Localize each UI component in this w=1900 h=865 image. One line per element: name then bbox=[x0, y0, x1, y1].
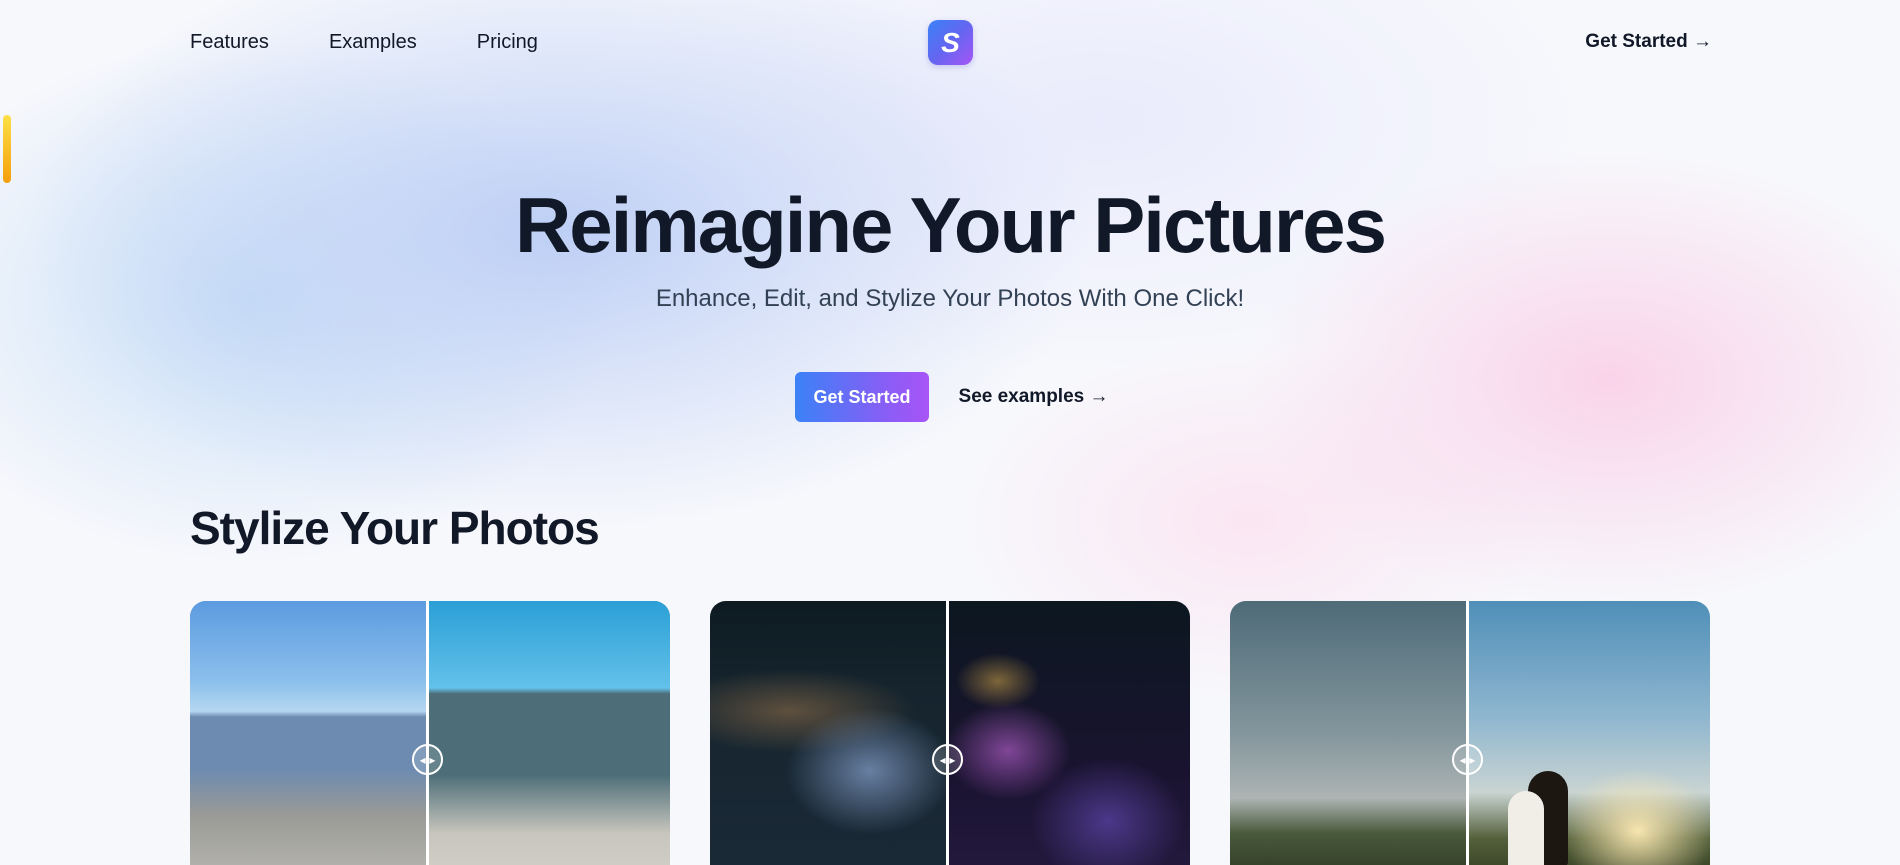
dress-silhouette bbox=[1508, 791, 1544, 865]
comparison-card-city[interactable]: ◂ ▸ bbox=[710, 601, 1190, 865]
site-header: Features Examples Pricing S Get Started … bbox=[0, 0, 1900, 84]
slider-divider[interactable] bbox=[1466, 601, 1469, 865]
after-image bbox=[948, 601, 1190, 865]
hero-subtitle: Enhance, Edit, and Stylize Your Photos W… bbox=[655, 285, 1245, 312]
comparison-card-houses[interactable]: ◂ ▸ bbox=[190, 601, 670, 865]
hero-actions: Get Started See examples → bbox=[0, 372, 1900, 422]
main-nav: Features Examples Pricing bbox=[190, 28, 538, 56]
header-get-started-link[interactable]: Get Started → bbox=[1585, 28, 1712, 56]
logo-icon[interactable]: S bbox=[928, 20, 973, 65]
after-image bbox=[1468, 601, 1710, 865]
before-image bbox=[190, 601, 428, 865]
see-examples-link[interactable]: See examples → bbox=[959, 386, 1109, 408]
hero-title: Reimagine Your Pictures bbox=[514, 181, 1387, 269]
slider-divider[interactable] bbox=[426, 601, 429, 865]
after-image bbox=[428, 601, 670, 865]
slider-handle-icon[interactable]: ◂ ▸ bbox=[412, 744, 443, 775]
nav-examples[interactable]: Examples bbox=[329, 28, 417, 56]
nav-pricing[interactable]: Pricing bbox=[477, 28, 538, 56]
slider-handle-icon[interactable]: ◂ ▸ bbox=[932, 744, 963, 775]
logo-letter: S bbox=[941, 26, 960, 58]
section-title: Stylize Your Photos bbox=[190, 502, 600, 554]
comparison-cards: ◂ ▸ ◂ ▸ ◂ ▸ bbox=[190, 601, 1710, 865]
hero-section: Reimagine Your Pictures Enhance, Edit, a… bbox=[0, 170, 1900, 422]
comparison-card-couple[interactable]: ◂ ▸ bbox=[1230, 601, 1710, 865]
before-image bbox=[710, 601, 948, 865]
get-started-button[interactable]: Get Started bbox=[795, 372, 929, 422]
before-image bbox=[1230, 601, 1468, 865]
slider-handle-icon[interactable]: ◂ ▸ bbox=[1452, 744, 1483, 775]
nav-features[interactable]: Features bbox=[190, 28, 269, 56]
slider-divider[interactable] bbox=[946, 601, 949, 865]
